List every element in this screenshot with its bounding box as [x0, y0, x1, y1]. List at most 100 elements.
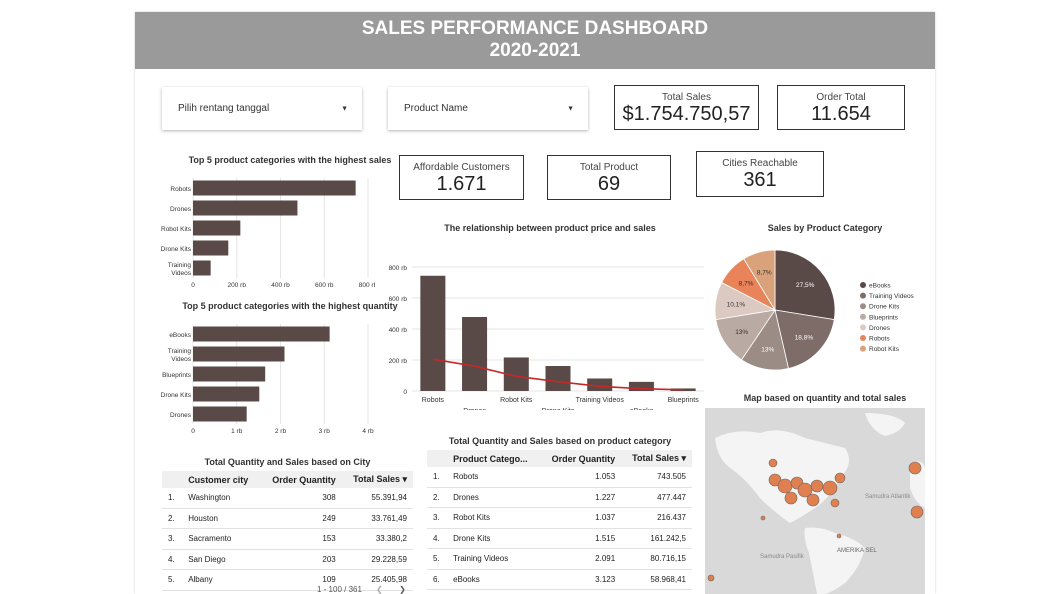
row-index: 5. — [162, 569, 183, 591]
legend-swatch — [860, 313, 866, 320]
category-label: Drones — [463, 408, 486, 410]
city-cell: Sacramento — [182, 528, 261, 550]
tick-label: 800 rb — [389, 265, 408, 272]
tick-label: 0 — [403, 389, 407, 396]
table-row[interactable]: 5. Training Videos 2.091 80.716,15 — [427, 548, 692, 570]
col-header[interactable]: Order Quantity — [260, 471, 342, 488]
tick-label: 0 — [191, 428, 195, 435]
map-label: AMERIKA SEL — [837, 548, 877, 554]
sales-cell: 33.761,49 — [341, 508, 413, 529]
product-name-dropdown[interactable]: Product Name ▼ — [388, 87, 588, 130]
slice-label: 8,7% — [739, 281, 754, 288]
legend-swatch — [860, 292, 866, 299]
date-range-dropdown[interactable]: Pilih rentang tanggal ▼ — [162, 87, 362, 130]
bar — [193, 386, 260, 402]
kpi-label: Cities Reachable — [722, 158, 798, 169]
table-row[interactable]: 4. Drone Kits 1.515 161.242,5 — [427, 528, 692, 549]
dashboard-header: SALES PERFORMANCE DASHBOARD 2020-2021 — [135, 12, 935, 69]
legend-swatch — [860, 324, 866, 331]
map-marker[interactable] — [707, 574, 715, 582]
col-header-sorted[interactable]: Total Sales ▾ — [341, 471, 413, 488]
bar — [462, 316, 488, 391]
table-row[interactable]: 2. Houston 249 33.761,49 — [162, 508, 413, 529]
chevron-left-icon[interactable]: ❮ — [376, 585, 383, 594]
map-marker[interactable] — [760, 515, 766, 521]
tick-label: 600 rb — [315, 282, 334, 289]
table-row[interactable]: 2. Drones 1.227 477.447 — [427, 487, 692, 508]
table-row[interactable]: 4. San Diego 203 29.228,59 — [162, 549, 413, 570]
chevron-right-icon[interactable]: ❯ — [399, 585, 406, 594]
tick-label: 200 rb — [389, 358, 408, 365]
category-pie-chart: 27,5% 18,8% 13% 13% 10,1% 8,7%8,7% eBooks Train… — [715, 249, 915, 371]
table-row[interactable]: 1. Washington 308 55.391,94 — [162, 488, 413, 509]
chevron-down-icon: ▼ — [341, 105, 348, 112]
city-cell: Albany — [182, 569, 261, 591]
tick-label: 4 rb — [362, 428, 374, 435]
row-index: 2. — [162, 508, 183, 529]
map-marker[interactable] — [784, 491, 798, 505]
quantity-cell: 153 — [260, 528, 342, 550]
bar — [193, 200, 298, 216]
table-row[interactable]: 3. Robot Kits 1.037 216.437 — [427, 507, 692, 529]
table-row[interactable]: 6. eBooks 3.123 58.968,41 — [427, 569, 692, 590]
sales-cell: 216.437 — [621, 507, 692, 529]
tick-label: 2 rb — [275, 428, 287, 435]
map-marker[interactable] — [908, 461, 922, 475]
table-title: Total Quantity and Sales based on produc… — [448, 436, 672, 446]
tick-label: 400 rb — [271, 282, 290, 289]
kpi-label: Affordable Customers — [413, 162, 510, 173]
table-row[interactable]: 1. Robots 1.053 743.505 — [427, 467, 692, 488]
bar — [193, 240, 229, 256]
map-marker[interactable] — [834, 472, 846, 484]
row-index: 2. — [427, 487, 448, 508]
table-row[interactable]: 3. Sacramento 153 33.380,2 — [162, 528, 413, 550]
kpi-value: 1.671 — [436, 173, 487, 195]
legend-label: Training Videos — [869, 293, 915, 300]
sales-cell: 55.391,94 — [341, 488, 413, 509]
category-cell: Training Videos — [447, 548, 541, 570]
col-header[interactable]: Order Quantity — [540, 450, 622, 467]
slice-label: 10,1% — [727, 301, 746, 308]
date-range-label: Pilih rentang tanggal — [178, 103, 270, 114]
kpi-value: 361 — [743, 169, 777, 191]
category-cell: Robot Kits — [447, 507, 541, 529]
col-header-sorted[interactable]: Total Sales ▾ — [621, 450, 692, 467]
bar — [193, 346, 285, 362]
table-pager: 1 - 100 / 361 ❮ ❯ — [317, 585, 406, 594]
col-header[interactable]: Customer city — [182, 471, 261, 488]
chart-title: Sales by Product Category — [767, 223, 883, 233]
category-label: Blueprints — [668, 397, 700, 404]
table-header-row: Product Catego... Order Quantity Total S… — [427, 450, 692, 467]
map-marker[interactable] — [836, 533, 842, 539]
sales-cell: 161.242,5 — [621, 528, 692, 549]
map-canvas: Samudra Atlantik AMERIKA SEL Samudra Pas… — [707, 413, 925, 594]
map-marker[interactable] — [822, 480, 838, 496]
table-header-row: Customer city Order Quantity Total Sales… — [162, 471, 413, 488]
map-marker[interactable] — [777, 478, 793, 494]
category-label: Drone Kits — [542, 408, 575, 410]
legend-label: Blueprints — [869, 314, 899, 321]
quantity-cell: 2.091 — [540, 548, 622, 570]
map-marker[interactable] — [810, 479, 824, 493]
kpi-label: Order Total — [816, 92, 866, 103]
category-label: Robots — [170, 186, 191, 193]
map-marker[interactable] — [806, 493, 820, 507]
tick-label: 3 rb — [319, 428, 331, 435]
category-label: Blueprints — [162, 372, 192, 379]
kpi-cities-reachable: Cities Reachable 361 — [696, 151, 824, 197]
row-index: 4. — [427, 528, 448, 549]
row-index: 4. — [162, 549, 183, 570]
col-header[interactable]: Product Catego... — [447, 450, 541, 467]
kpi-label: Total Product — [579, 162, 639, 173]
category-label: Drones — [170, 412, 192, 419]
map-marker[interactable] — [910, 505, 924, 519]
bar — [420, 275, 446, 391]
category-table: Product Catego... Order Quantity Total S… — [427, 450, 692, 590]
dashboard-page: SALES PERFORMANCE DASHBOARD 2020-2021 Pi… — [135, 12, 935, 594]
map-marker[interactable] — [830, 498, 840, 508]
map-label: Samudra Pasifik — [760, 554, 805, 560]
sales-map[interactable]: Samudra Atlantik AMERIKA SEL Samudra Pas… — [705, 408, 925, 594]
legend-swatch — [860, 335, 866, 341]
category-label: Drone Kits — [161, 246, 192, 253]
map-marker[interactable] — [768, 458, 778, 468]
